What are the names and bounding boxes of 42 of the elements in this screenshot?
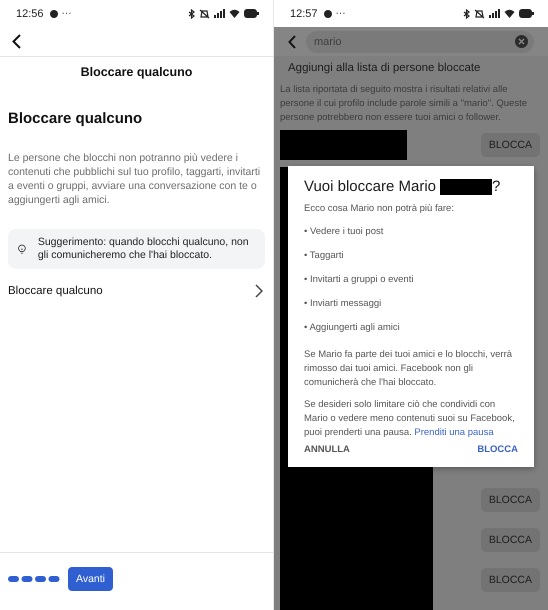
- block-button[interactable]: BLOCCA: [480, 528, 540, 552]
- dialog-limit-text: Se desideri solo limitare ciò che condividi con Mario o vedere meno contenuti suoi su Facebook, puoi prenderti una pausa. Prenditi una pausa: [304, 398, 516, 440]
- block-button[interactable]: BLOCCA: [480, 133, 540, 157]
- wifi-icon: [504, 9, 515, 18]
- chevron-right-icon: [255, 284, 263, 298]
- bluetooth-icon: [188, 8, 195, 18]
- page-title: Bloccare qualcuno: [80, 64, 194, 80]
- dialog-intro: Ecco cosa Mario non potrà più fare:: [304, 202, 455, 216]
- signal-icon: [489, 9, 500, 18]
- block-button[interactable]: BLOCCA: [480, 568, 540, 592]
- list-item: • Aggiungerti agli amici: [304, 321, 401, 335]
- dialog-note: Se Mario fa parte dei tuoi amici e lo blocchi, verrà rimosso dai tuoi amici. Facebook non gli comunicherà che l'hai bloccato.: [304, 348, 514, 390]
- battery-icon: [519, 9, 534, 18]
- list-item: • Vedere i tuoi post: [304, 225, 384, 239]
- tip-text: Suggerimento: quando blocchi qualcuno, non gli comunicheremo che l'hai bloccato.: [38, 236, 250, 262]
- list-item: • Taggarti: [304, 249, 345, 263]
- section-heading: Bloccare qualcuno: [7, 110, 144, 128]
- block-someone-row[interactable]: Bloccare qualcuno: [0, 279, 273, 303]
- block-button[interactable]: BLOCCA: [480, 488, 540, 512]
- next-button[interactable]: Avanti: [68, 566, 113, 590]
- description-text: Le persone che blocchi non potranno più vedere i contenuti che pubblichi sul tuo profilo, taggarti, invitarti a eventi o gruppi, avviare una conversazione con te o aggiungerti agli amici.: [8, 151, 262, 207]
- bluetooth-icon: [463, 8, 470, 18]
- status-time: 12:57: [290, 8, 318, 20]
- list-item: • Invitarti a gruppi o eventi: [304, 273, 414, 287]
- step-indicator-icon: [8, 576, 60, 582]
- wifi-icon: [229, 9, 240, 18]
- list-item: • Inviarti messaggi: [304, 297, 382, 311]
- signal-icon: [214, 9, 225, 18]
- clear-icon[interactable]: [515, 35, 528, 48]
- take-a-break-link[interactable]: Prenditi una pausa: [414, 427, 494, 438]
- cancel-button[interactable]: ANNULLA: [304, 444, 350, 455]
- status-more: ···: [62, 8, 72, 19]
- status-more: ···: [336, 8, 346, 19]
- back-icon[interactable]: [12, 34, 21, 49]
- section-heading: Aggiungi alla lista di persone bloccate: [287, 61, 482, 75]
- redaction-block: [440, 179, 492, 195]
- dialog-title-end: ?: [492, 178, 500, 196]
- block-button[interactable]: BLOCCA: [477, 444, 518, 455]
- status-time: 12:56: [16, 8, 44, 20]
- description-text: La lista riportata di seguito mostra i risultati relativi alle persone il cui profilo include parole simili a "mario". Queste persone potrebbero non essere tuoi amici o follower.: [280, 83, 528, 125]
- dialog-title: Vuoi bloccare Mario: [304, 178, 436, 196]
- battery-icon: [244, 9, 259, 18]
